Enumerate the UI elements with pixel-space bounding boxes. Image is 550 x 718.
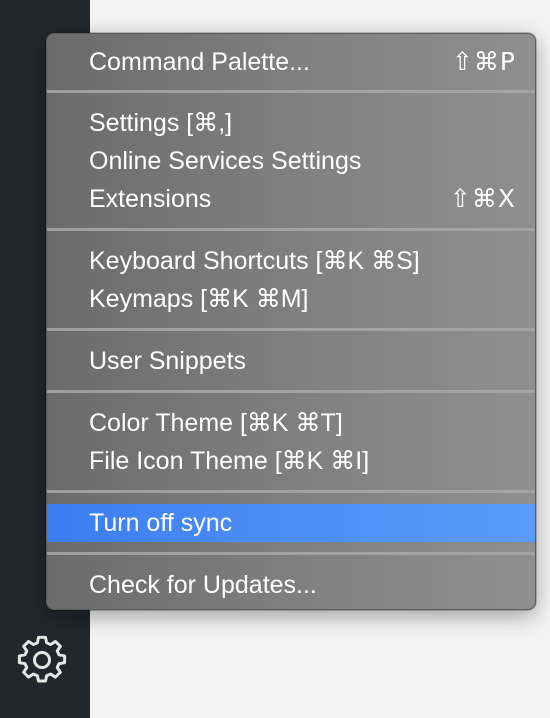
menu-item-file-icon-theme[interactable]: File Icon Theme [⌘K ⌘I]	[47, 442, 535, 480]
menu-item-label: Turn off sync	[89, 509, 233, 537]
menu-item-keymaps[interactable]: Keymaps [⌘K ⌘M]	[47, 280, 535, 318]
menu-item-label: Check for Updates...	[89, 571, 317, 599]
menu-item-label: Extensions	[89, 185, 212, 213]
menu-item-keyboard-shortcuts[interactable]: Keyboard Shortcuts [⌘K ⌘S]	[47, 242, 535, 280]
menu-item-user-snippets[interactable]: User Snippets	[47, 342, 535, 380]
menu-separator	[47, 90, 535, 93]
menu-item-label: Color Theme [⌘K ⌘T]	[89, 409, 343, 437]
menu-separator	[47, 228, 535, 231]
menu-separator	[47, 390, 535, 393]
menu-item-label: Command Palette...	[89, 48, 310, 76]
menu-separator	[47, 552, 535, 555]
menu-item-turn-off-sync[interactable]: Turn off sync	[47, 504, 535, 542]
menu-item-label: File Icon Theme [⌘K ⌘I]	[89, 447, 370, 475]
manage-context-menu: Command Palette... ⇧⌘P Settings [⌘,] Onl…	[46, 33, 536, 610]
menu-item-command-palette[interactable]: Command Palette... ⇧⌘P	[47, 43, 535, 81]
menu-item-color-theme[interactable]: Color Theme [⌘K ⌘T]	[47, 404, 535, 442]
menu-separator	[47, 328, 535, 331]
menu-item-shortcut: ⇧⌘P	[451, 47, 516, 76]
menu-item-label: Online Services Settings	[89, 147, 362, 175]
menu-item-label: Settings [⌘,]	[89, 109, 233, 137]
menu-item-online-services-settings[interactable]: Online Services Settings	[47, 142, 535, 180]
menu-item-label: User Snippets	[89, 347, 247, 375]
menu-separator	[47, 490, 535, 493]
gear-icon[interactable]	[17, 635, 67, 685]
menu-item-settings[interactable]: Settings [⌘,]	[47, 104, 535, 142]
menu-item-shortcut: ⇧⌘X	[449, 184, 516, 213]
menu-item-label: Keyboard Shortcuts [⌘K ⌘S]	[89, 247, 420, 275]
menu-item-check-for-updates[interactable]: Check for Updates...	[47, 566, 535, 604]
menu-item-extensions[interactable]: Extensions ⇧⌘X	[47, 180, 535, 218]
menu-item-label: Keymaps [⌘K ⌘M]	[89, 285, 309, 313]
